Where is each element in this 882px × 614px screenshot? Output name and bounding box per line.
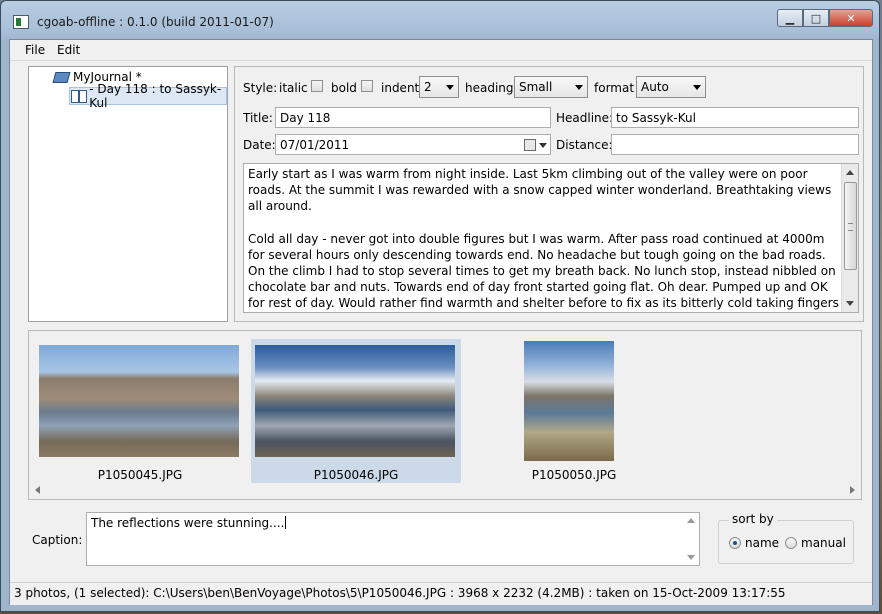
menu-file[interactable]: File	[25, 43, 45, 57]
photo-image	[524, 341, 614, 461]
bold-label: bold	[331, 81, 357, 95]
caption-label: Caption:	[32, 533, 83, 547]
scroll-left-icon[interactable]	[35, 486, 40, 494]
journal-book-icon	[53, 71, 69, 83]
heading-select[interactable]: Small	[514, 76, 588, 98]
window-controls: ▁ □ ✕	[777, 9, 873, 29]
scroll-right-icon[interactable]	[850, 486, 855, 494]
italic-label: italic	[279, 81, 308, 95]
scroll-thumb[interactable]	[844, 182, 857, 270]
date-picker[interactable]: 07/01/2011	[275, 134, 551, 155]
entry-paragraph-2: Cold all day - never got into double fig…	[248, 231, 839, 311]
caption-scrollbar[interactable]	[683, 513, 699, 565]
open-book-icon	[71, 89, 88, 103]
photo-image	[39, 345, 239, 457]
window-title: cgoab-offline : 0.1.0 (build 2011-01-07)	[37, 15, 274, 29]
text-caret	[285, 516, 287, 529]
sort-manual-radio[interactable]	[785, 537, 797, 549]
photo-image	[255, 345, 455, 457]
format-select[interactable]: Auto	[636, 76, 706, 98]
entry-paragraph-1: Early start as I was warm from night ins…	[248, 167, 832, 214]
close-button[interactable]: ✕	[829, 9, 873, 27]
chevron-down-icon	[575, 85, 583, 90]
client-area: File Edit MyJournal * - Day 118 : to Sas…	[9, 39, 873, 605]
scroll-down-icon[interactable]	[687, 555, 695, 560]
grip-icon	[848, 223, 853, 231]
menu-bar: File Edit	[10, 40, 872, 61]
caption-text: The reflections were stunning....	[91, 516, 287, 530]
status-text: 3 photos, (1 selected): C:\Users\ben\Ben…	[14, 586, 786, 600]
indent-select[interactable]: 2	[419, 76, 459, 98]
date-value: 07/01/2011	[280, 138, 350, 152]
tree-item-day-118[interactable]: - Day 118 : to Sassyk-Kul	[69, 82, 227, 110]
distance-label: Distance:	[556, 138, 613, 152]
photo-strip[interactable]: P1050045.JPG P1050046.JPG P1050050.JPG	[28, 330, 862, 500]
photo-filename: P1050050.JPG	[531, 468, 617, 482]
photo-thumbnail[interactable]: P1050050.JPG	[469, 339, 679, 483]
chevron-down-icon[interactable]	[539, 143, 547, 148]
chevron-down-icon	[693, 85, 701, 90]
journal-tree[interactable]: MyJournal * - Day 118 : to Sassyk-Kul	[28, 66, 228, 322]
calendar-icon[interactable]	[524, 139, 536, 151]
italic-checkbox[interactable]	[311, 80, 323, 92]
application-window: cgoab-offline : 0.1.0 (build 2011-01-07)…	[0, 0, 880, 612]
status-bar: 3 photos, (1 selected): C:\Users\ben\Ben…	[10, 582, 872, 605]
entry-text-area[interactable]: Early start as I was warm from night ins…	[243, 163, 859, 313]
sort-manual-label[interactable]: manual	[801, 536, 846, 550]
title-label: Title:	[243, 111, 273, 125]
minimize-button[interactable]: ▁	[777, 9, 803, 27]
heading-label: heading	[465, 81, 514, 95]
distance-input[interactable]	[611, 134, 859, 155]
photo-thumbnail[interactable]: P1050045.JPG	[35, 339, 245, 483]
sort-name-radio[interactable]	[729, 537, 741, 549]
menu-edit[interactable]: Edit	[57, 43, 80, 57]
title-input[interactable]: Day 118	[275, 107, 551, 128]
sort-name-label[interactable]: name	[745, 536, 779, 550]
photo-filename: P1050046.JPG	[313, 468, 399, 482]
format-label: format	[594, 81, 635, 95]
photo-filename: P1050045.JPG	[97, 468, 183, 482]
scroll-up-icon[interactable]	[687, 518, 695, 523]
maximize-button[interactable]: □	[803, 9, 829, 27]
indent-label: indent	[381, 81, 420, 95]
caption-input[interactable]: The reflections were stunning....	[86, 512, 700, 566]
photo-thumbnail-selected[interactable]: P1050046.JPG	[251, 339, 461, 483]
style-label: Style:	[243, 81, 278, 95]
chevron-down-icon	[446, 85, 454, 90]
entry-text: Early start as I was warm from night ins…	[248, 166, 840, 312]
text-scrollbar[interactable]	[841, 164, 858, 312]
entry-editor: Style: italic bold indent 2 heading Smal…	[234, 66, 864, 322]
headline-input[interactable]: to Sassyk-Kul	[611, 107, 859, 128]
sort-by-legend: sort by	[729, 512, 777, 526]
headline-label: Headline:	[556, 111, 614, 125]
date-label: Date:	[243, 138, 276, 152]
scroll-up-icon[interactable]	[846, 170, 854, 175]
photo-scrollbar[interactable]	[31, 483, 859, 497]
tree-child-label: - Day 118 : to Sassyk-Kul	[89, 82, 222, 110]
title-bar[interactable]: cgoab-offline : 0.1.0 (build 2011-01-07)…	[1, 1, 881, 39]
sort-by-group: sort by name manual	[718, 512, 854, 564]
scroll-down-icon[interactable]	[846, 301, 854, 306]
bold-checkbox[interactable]	[361, 80, 373, 92]
app-icon	[13, 15, 29, 29]
